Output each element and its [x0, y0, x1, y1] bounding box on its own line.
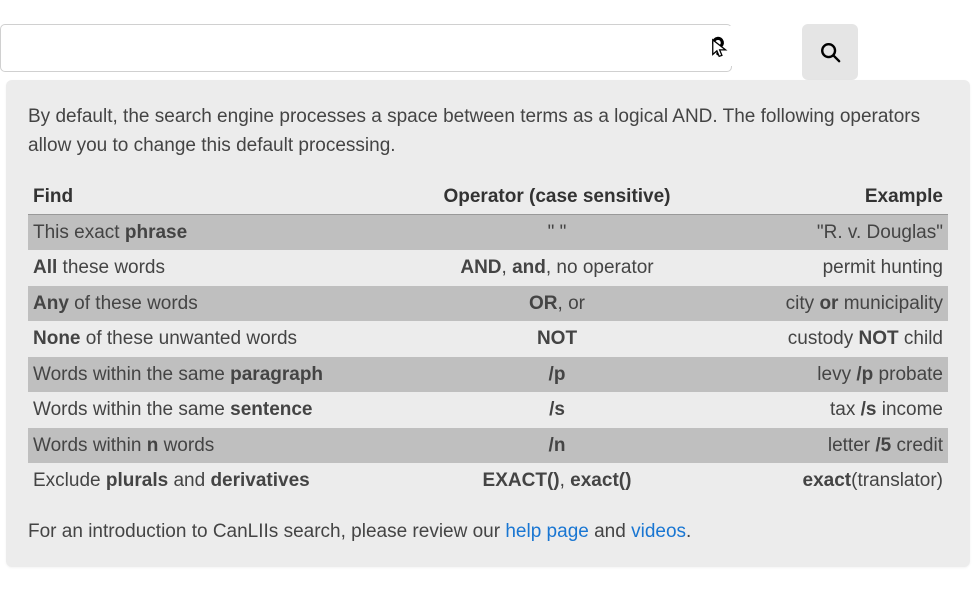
footer-text: For an introduction to CanLIIs search, p… — [28, 518, 948, 547]
table-row: Words within n words/nletter /5 credit — [28, 428, 948, 463]
operator-cell: AND, and, no operator — [424, 250, 691, 285]
search-button[interactable] — [802, 24, 858, 80]
footer-prefix: For an introduction to CanLIIs search, p… — [28, 521, 505, 542]
table-row: Exclude plurals and derivativesEXACT(), … — [28, 463, 948, 498]
table-row: Words within the same paragraph/plevy /p… — [28, 357, 948, 392]
find-cell: Words within n words — [28, 428, 424, 463]
operator-cell: EXACT(), exact() — [424, 463, 691, 498]
example-cell: "R. v. Douglas" — [690, 214, 948, 250]
table-header-row: Find Operator (case sensitive) Example — [28, 181, 948, 215]
footer-middle: and — [589, 521, 631, 542]
example-cell: city or municipality — [690, 286, 948, 321]
example-cell: exact(translator) — [690, 463, 948, 498]
operators-table: Find Operator (case sensitive) Example T… — [28, 181, 948, 499]
find-cell: Any of these words — [28, 286, 424, 321]
footer-suffix: . — [686, 521, 691, 542]
help-icon[interactable] — [698, 26, 738, 66]
table-row: Any of these wordsOR, orcity or municipa… — [28, 286, 948, 321]
find-cell: All these words — [28, 250, 424, 285]
find-cell: Words within the same paragraph — [28, 357, 424, 392]
operator-cell: OR, or — [424, 286, 691, 321]
help-page-link[interactable]: help page — [505, 521, 588, 542]
table-body: This exact phrase" ""R. v. Douglas"All t… — [28, 214, 948, 498]
example-cell: tax /s income — [690, 392, 948, 427]
intro-text: By default, the search engine processes … — [28, 102, 948, 161]
col-operator-header: Operator (case sensitive) — [424, 181, 691, 215]
col-find-header: Find — [28, 181, 424, 215]
table-row: All these wordsAND, and, no operatorperm… — [28, 250, 948, 285]
videos-link[interactable]: videos — [631, 521, 686, 542]
search-help-popover: By default, the search engine processes … — [6, 80, 970, 567]
table-row: This exact phrase" ""R. v. Douglas" — [28, 214, 948, 250]
operator-cell: /s — [424, 392, 691, 427]
example-cell: letter /5 credit — [690, 428, 948, 463]
find-cell: This exact phrase — [28, 214, 424, 250]
find-cell: Words within the same sentence — [28, 392, 424, 427]
operator-cell: NOT — [424, 321, 691, 356]
find-cell: None of these unwanted words — [28, 321, 424, 356]
search-input[interactable] — [0, 24, 732, 72]
find-cell: Exclude plurals and derivatives — [28, 463, 424, 498]
example-cell: levy /p probate — [690, 357, 948, 392]
operator-cell: /p — [424, 357, 691, 392]
operator-cell: " " — [424, 214, 691, 250]
col-example-header: Example — [690, 181, 948, 215]
operator-cell: /n — [424, 428, 691, 463]
table-row: Words within the same sentence/stax /s i… — [28, 392, 948, 427]
example-cell: permit hunting — [690, 250, 948, 285]
table-row: None of these unwanted wordsNOTcustody N… — [28, 321, 948, 356]
example-cell: custody NOT child — [690, 321, 948, 356]
